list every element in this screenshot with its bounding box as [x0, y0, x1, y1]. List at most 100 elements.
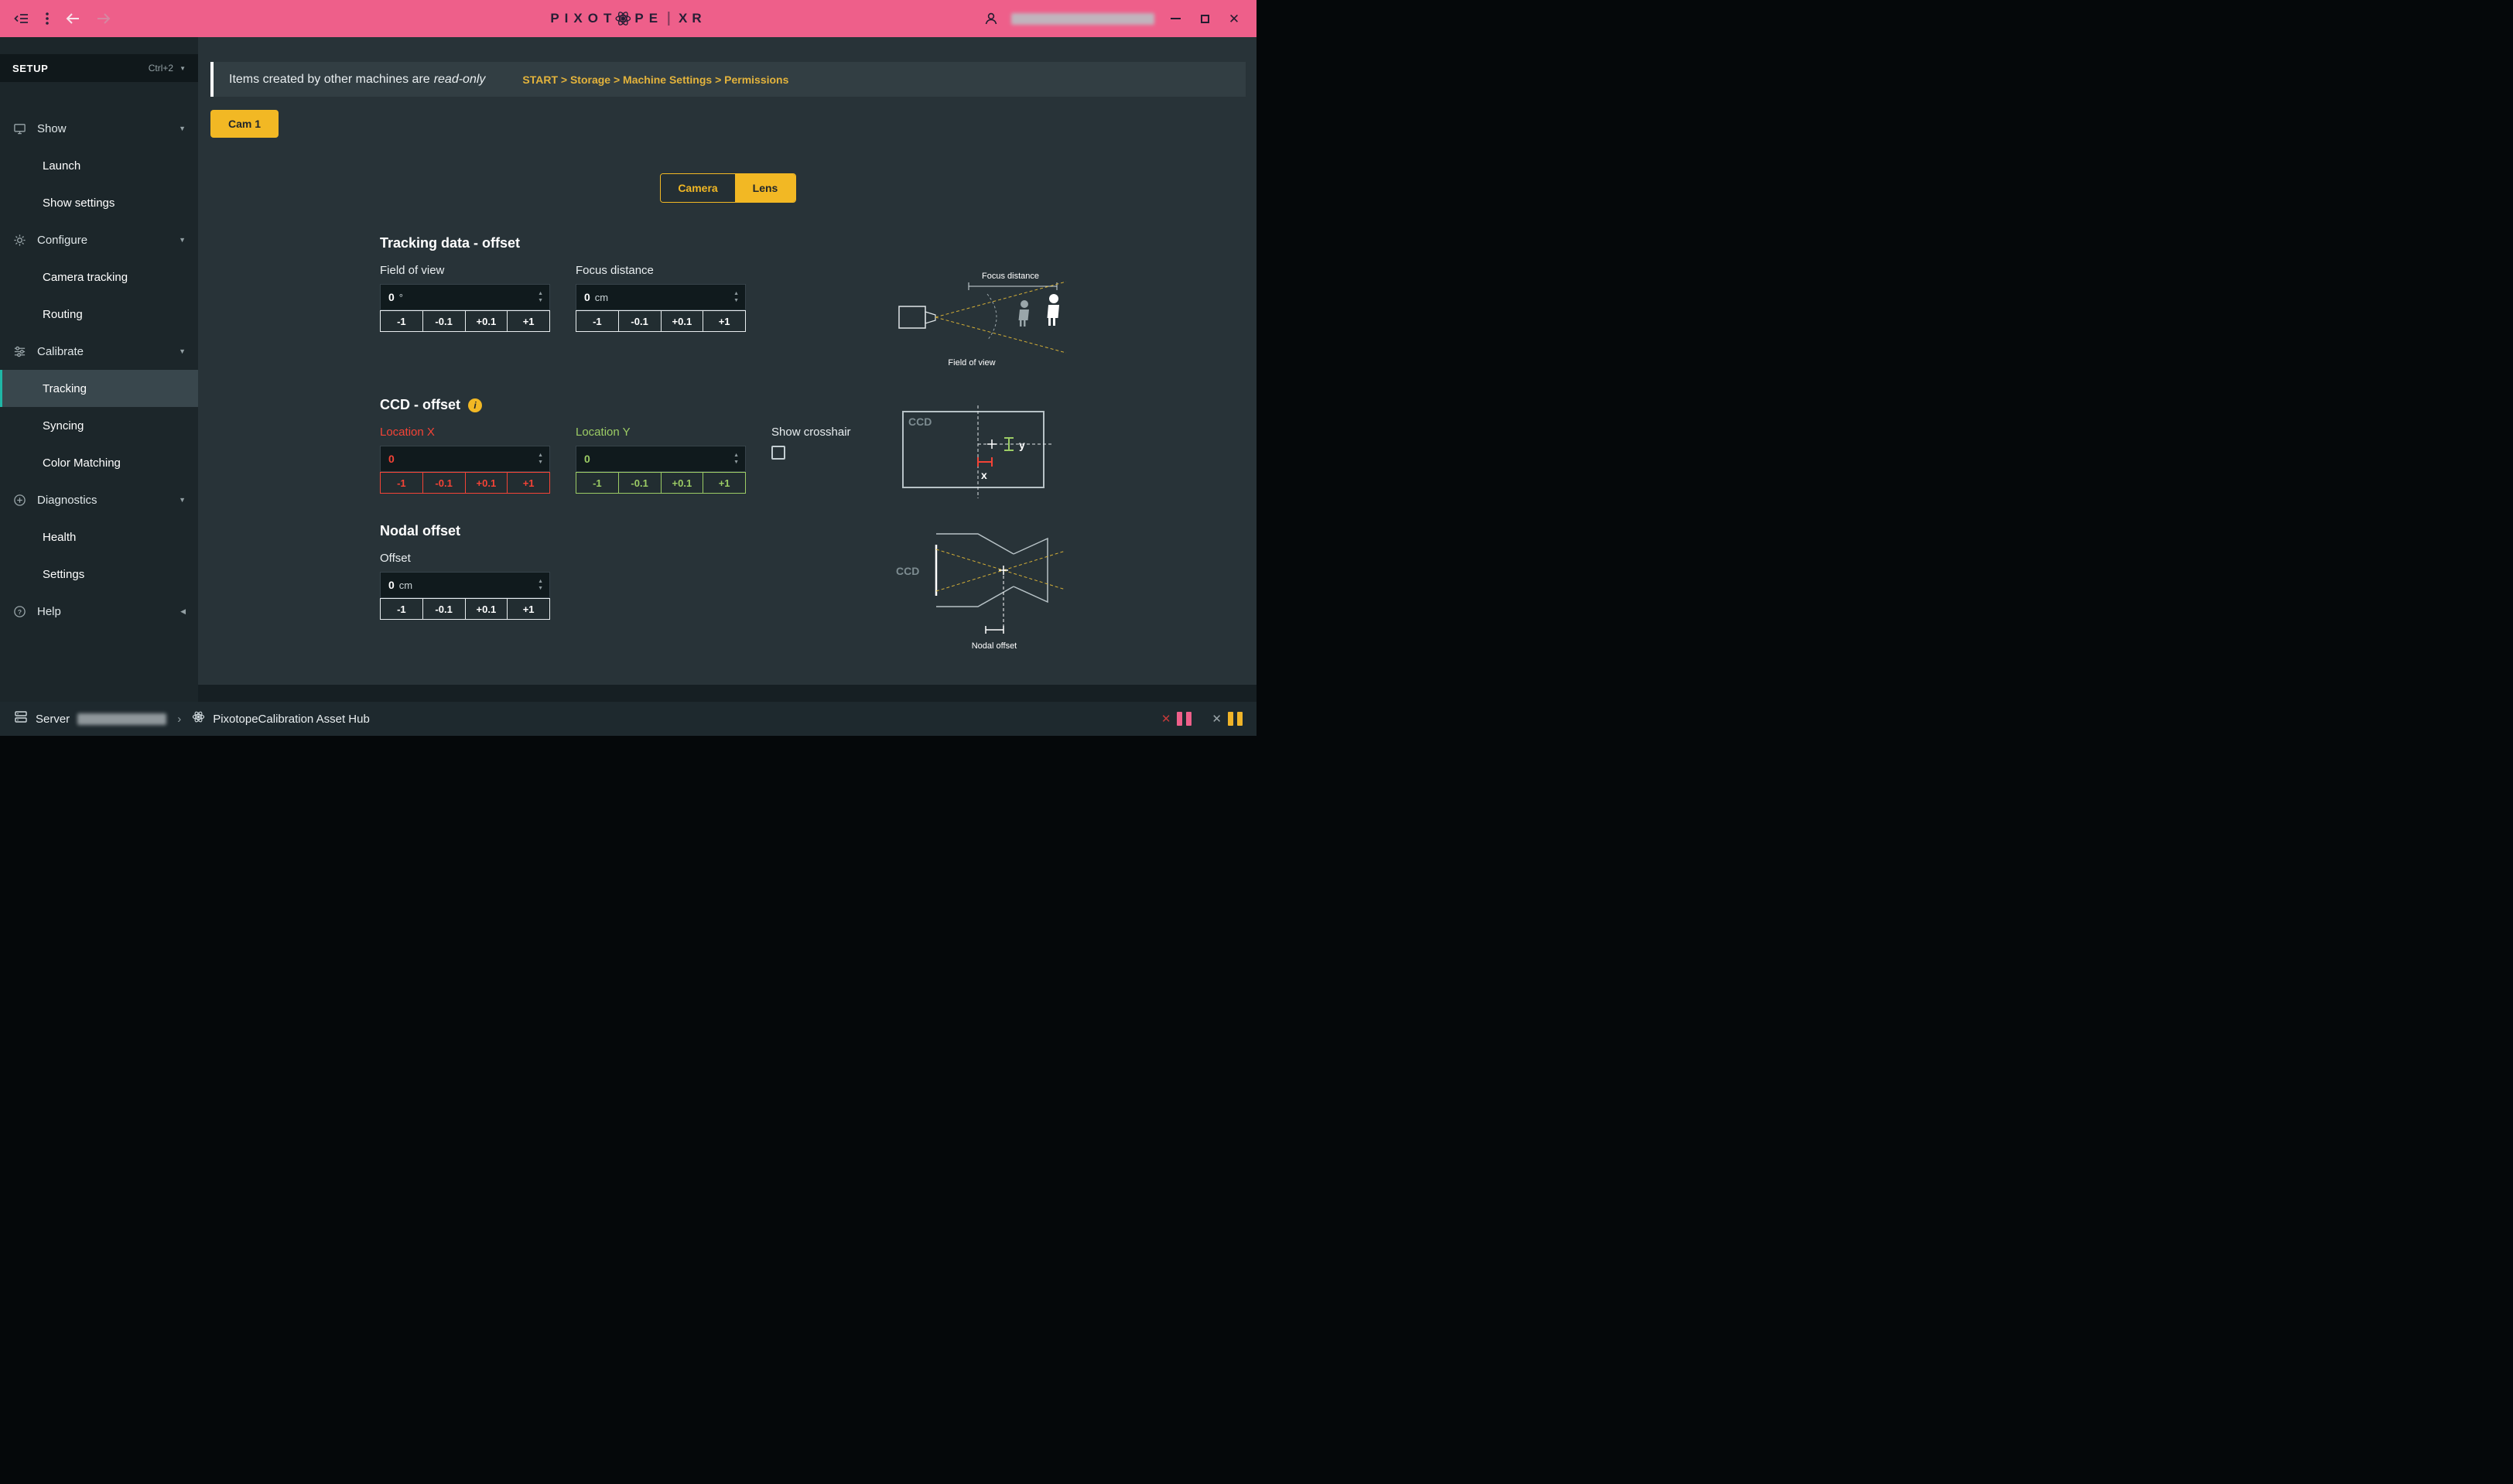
svg-text:?: ?: [17, 607, 21, 615]
status-bar-pink: [1177, 712, 1182, 726]
step-minus-1-button[interactable]: -1: [576, 310, 619, 332]
svg-text:CCD: CCD: [896, 565, 919, 577]
step-plus-0-1-button[interactable]: +0.1: [661, 472, 704, 494]
status-x-red-icon[interactable]: ✕: [1161, 712, 1171, 726]
sidebar-section-diagnostics[interactable]: Diagnostics ▼: [0, 481, 198, 518]
sidebar-item-health[interactable]: Health: [0, 518, 198, 556]
step-minus-1-button[interactable]: -1: [380, 310, 423, 332]
focus-distance-input[interactable]: 0 cm ▲▼: [576, 284, 746, 310]
step-minus-1-button[interactable]: -1: [380, 598, 423, 620]
page-bottom-strip: [198, 685, 1256, 702]
nodal-offset-field: Offset 0 cm ▲▼ -1 -0.1 +0.1 +1: [380, 552, 550, 620]
sidebar-section-configure[interactable]: Configure ▼: [0, 221, 198, 258]
asset-hub-label[interactable]: PixotopeCalibration Asset Hub: [213, 713, 370, 726]
status-x-gray-icon[interactable]: ✕: [1212, 712, 1222, 726]
step-plus-1-button[interactable]: +1: [507, 598, 550, 620]
collapse-sidebar-icon[interactable]: [14, 12, 29, 26]
help-icon: ?: [12, 604, 26, 618]
tab-lens[interactable]: Lens: [735, 174, 795, 202]
sidebar-item-show-settings[interactable]: Show settings: [0, 184, 198, 221]
field-of-view-diagram: Focus distance Field of view: [894, 269, 1072, 372]
status-bar-yellow: [1228, 712, 1233, 726]
close-button[interactable]: ✕: [1226, 10, 1243, 27]
spinner-arrows[interactable]: ▲▼: [538, 573, 543, 597]
titlebar: PIXOT PE XR ✕: [0, 0, 1256, 37]
focus-distance-label: Focus distance: [576, 264, 746, 277]
chevron-down-icon: ▼: [179, 347, 186, 355]
logo-text-right: PE: [634, 11, 663, 26]
back-arrow-icon[interactable]: [65, 12, 80, 25]
statusbar: Server › PixotopeCalibration Asset Hub ✕…: [0, 702, 1256, 736]
sliders-icon: [12, 344, 26, 358]
chevron-down-icon: ▼: [179, 125, 186, 132]
gear-icon: [12, 233, 26, 247]
spinner-arrows[interactable]: ▲▼: [733, 285, 739, 309]
step-plus-0-1-button[interactable]: +0.1: [661, 310, 704, 332]
step-minus-0-1-button[interactable]: -0.1: [422, 598, 466, 620]
spinner-arrows[interactable]: ▲▼: [733, 446, 739, 471]
sidebar-item-color-matching[interactable]: Color Matching: [0, 444, 198, 481]
sidebar-item-tracking[interactable]: Tracking: [0, 370, 198, 407]
setup-selector[interactable]: SETUP Ctrl+2 ▼: [0, 54, 198, 82]
status-bar-pink: [1186, 712, 1192, 726]
logo-divider: [668, 12, 669, 26]
spinner-arrows[interactable]: ▲▼: [538, 446, 543, 471]
step-minus-0-1-button[interactable]: -0.1: [422, 472, 466, 494]
setup-shortcut: Ctrl+2: [149, 63, 173, 74]
location-y-field: Location Y 0 ▲▼ -1 -0.1 +0.1 +1: [576, 426, 746, 494]
chevron-right-icon: ›: [177, 713, 181, 726]
offset-label: Offset: [380, 552, 550, 565]
tab-camera[interactable]: Camera: [661, 174, 735, 202]
spinner-arrows[interactable]: ▲▼: [538, 285, 543, 309]
nodal-offset-title: Nodal offset: [380, 523, 891, 539]
sidebar-item-routing[interactable]: Routing: [0, 296, 198, 333]
step-plus-1-button[interactable]: +1: [703, 472, 746, 494]
kebab-menu-icon[interactable]: [45, 12, 50, 26]
chevron-left-icon: ◀: [180, 607, 186, 616]
readonly-notice-text: Items created by other machines areread-…: [229, 73, 485, 87]
location-x-input[interactable]: 0 ▲▼: [380, 446, 550, 472]
nodal-offset-steppers: -1 -0.1 +0.1 +1: [380, 598, 550, 620]
forward-arrow-icon[interactable]: [96, 12, 111, 25]
nodal-offset-diagram: CCD Nodal offset: [891, 523, 1069, 658]
svg-text:y: y: [1019, 439, 1025, 451]
step-minus-0-1-button[interactable]: -0.1: [618, 310, 662, 332]
step-minus-0-1-button[interactable]: -0.1: [618, 472, 662, 494]
step-plus-1-button[interactable]: +1: [703, 310, 746, 332]
user-account-icon[interactable]: [983, 11, 999, 26]
step-plus-1-button[interactable]: +1: [507, 310, 550, 332]
info-icon[interactable]: i: [468, 398, 482, 412]
sidebar-item-syncing[interactable]: Syncing: [0, 407, 198, 444]
maximize-button[interactable]: [1196, 10, 1213, 27]
focus-distance-steppers: -1 -0.1 +0.1 +1: [576, 310, 746, 332]
sidebar-section-help[interactable]: ? Help ◀: [0, 593, 198, 630]
location-y-input[interactable]: 0 ▲▼: [576, 446, 746, 472]
step-minus-0-1-button[interactable]: -0.1: [422, 310, 466, 332]
cam-1-button[interactable]: Cam 1: [210, 110, 279, 138]
step-plus-1-button[interactable]: +1: [507, 472, 550, 494]
sidebar-item-settings[interactable]: Settings: [0, 556, 198, 593]
step-minus-1-button[interactable]: -1: [576, 472, 619, 494]
step-plus-0-1-button[interactable]: +0.1: [465, 310, 508, 332]
breadcrumb[interactable]: START > Storage > Machine Settings > Per…: [522, 74, 788, 86]
show-crosshair-label: Show crosshair: [771, 426, 880, 439]
logo-text-left: PIXOT: [550, 11, 617, 26]
app-window: PIXOT PE XR ✕ SETUP Ctrl+2 ▼: [0, 0, 1256, 742]
minimize-button[interactable]: [1167, 10, 1184, 27]
server-label: Server: [36, 713, 70, 726]
svg-text:CCD: CCD: [908, 415, 932, 428]
sidebar-item-launch[interactable]: Launch: [0, 147, 198, 184]
step-plus-0-1-button[interactable]: +0.1: [465, 472, 508, 494]
step-minus-1-button[interactable]: -1: [380, 472, 423, 494]
svg-text:Nodal offset: Nodal offset: [972, 641, 1017, 651]
sidebar-item-camera-tracking[interactable]: Camera tracking: [0, 258, 198, 296]
sidebar-section-calibrate[interactable]: Calibrate ▼: [0, 333, 198, 370]
sidebar-section-show[interactable]: Show ▼: [0, 110, 198, 147]
field-of-view-input[interactable]: 0 ° ▲▼: [380, 284, 550, 310]
step-plus-0-1-button[interactable]: +0.1: [465, 598, 508, 620]
status-bar-yellow: [1237, 712, 1243, 726]
offset-input[interactable]: 0 cm ▲▼: [380, 572, 550, 598]
diagnostics-icon: [12, 493, 26, 507]
show-crosshair-checkbox[interactable]: [771, 446, 785, 460]
chevron-down-icon: ▼: [180, 65, 186, 72]
